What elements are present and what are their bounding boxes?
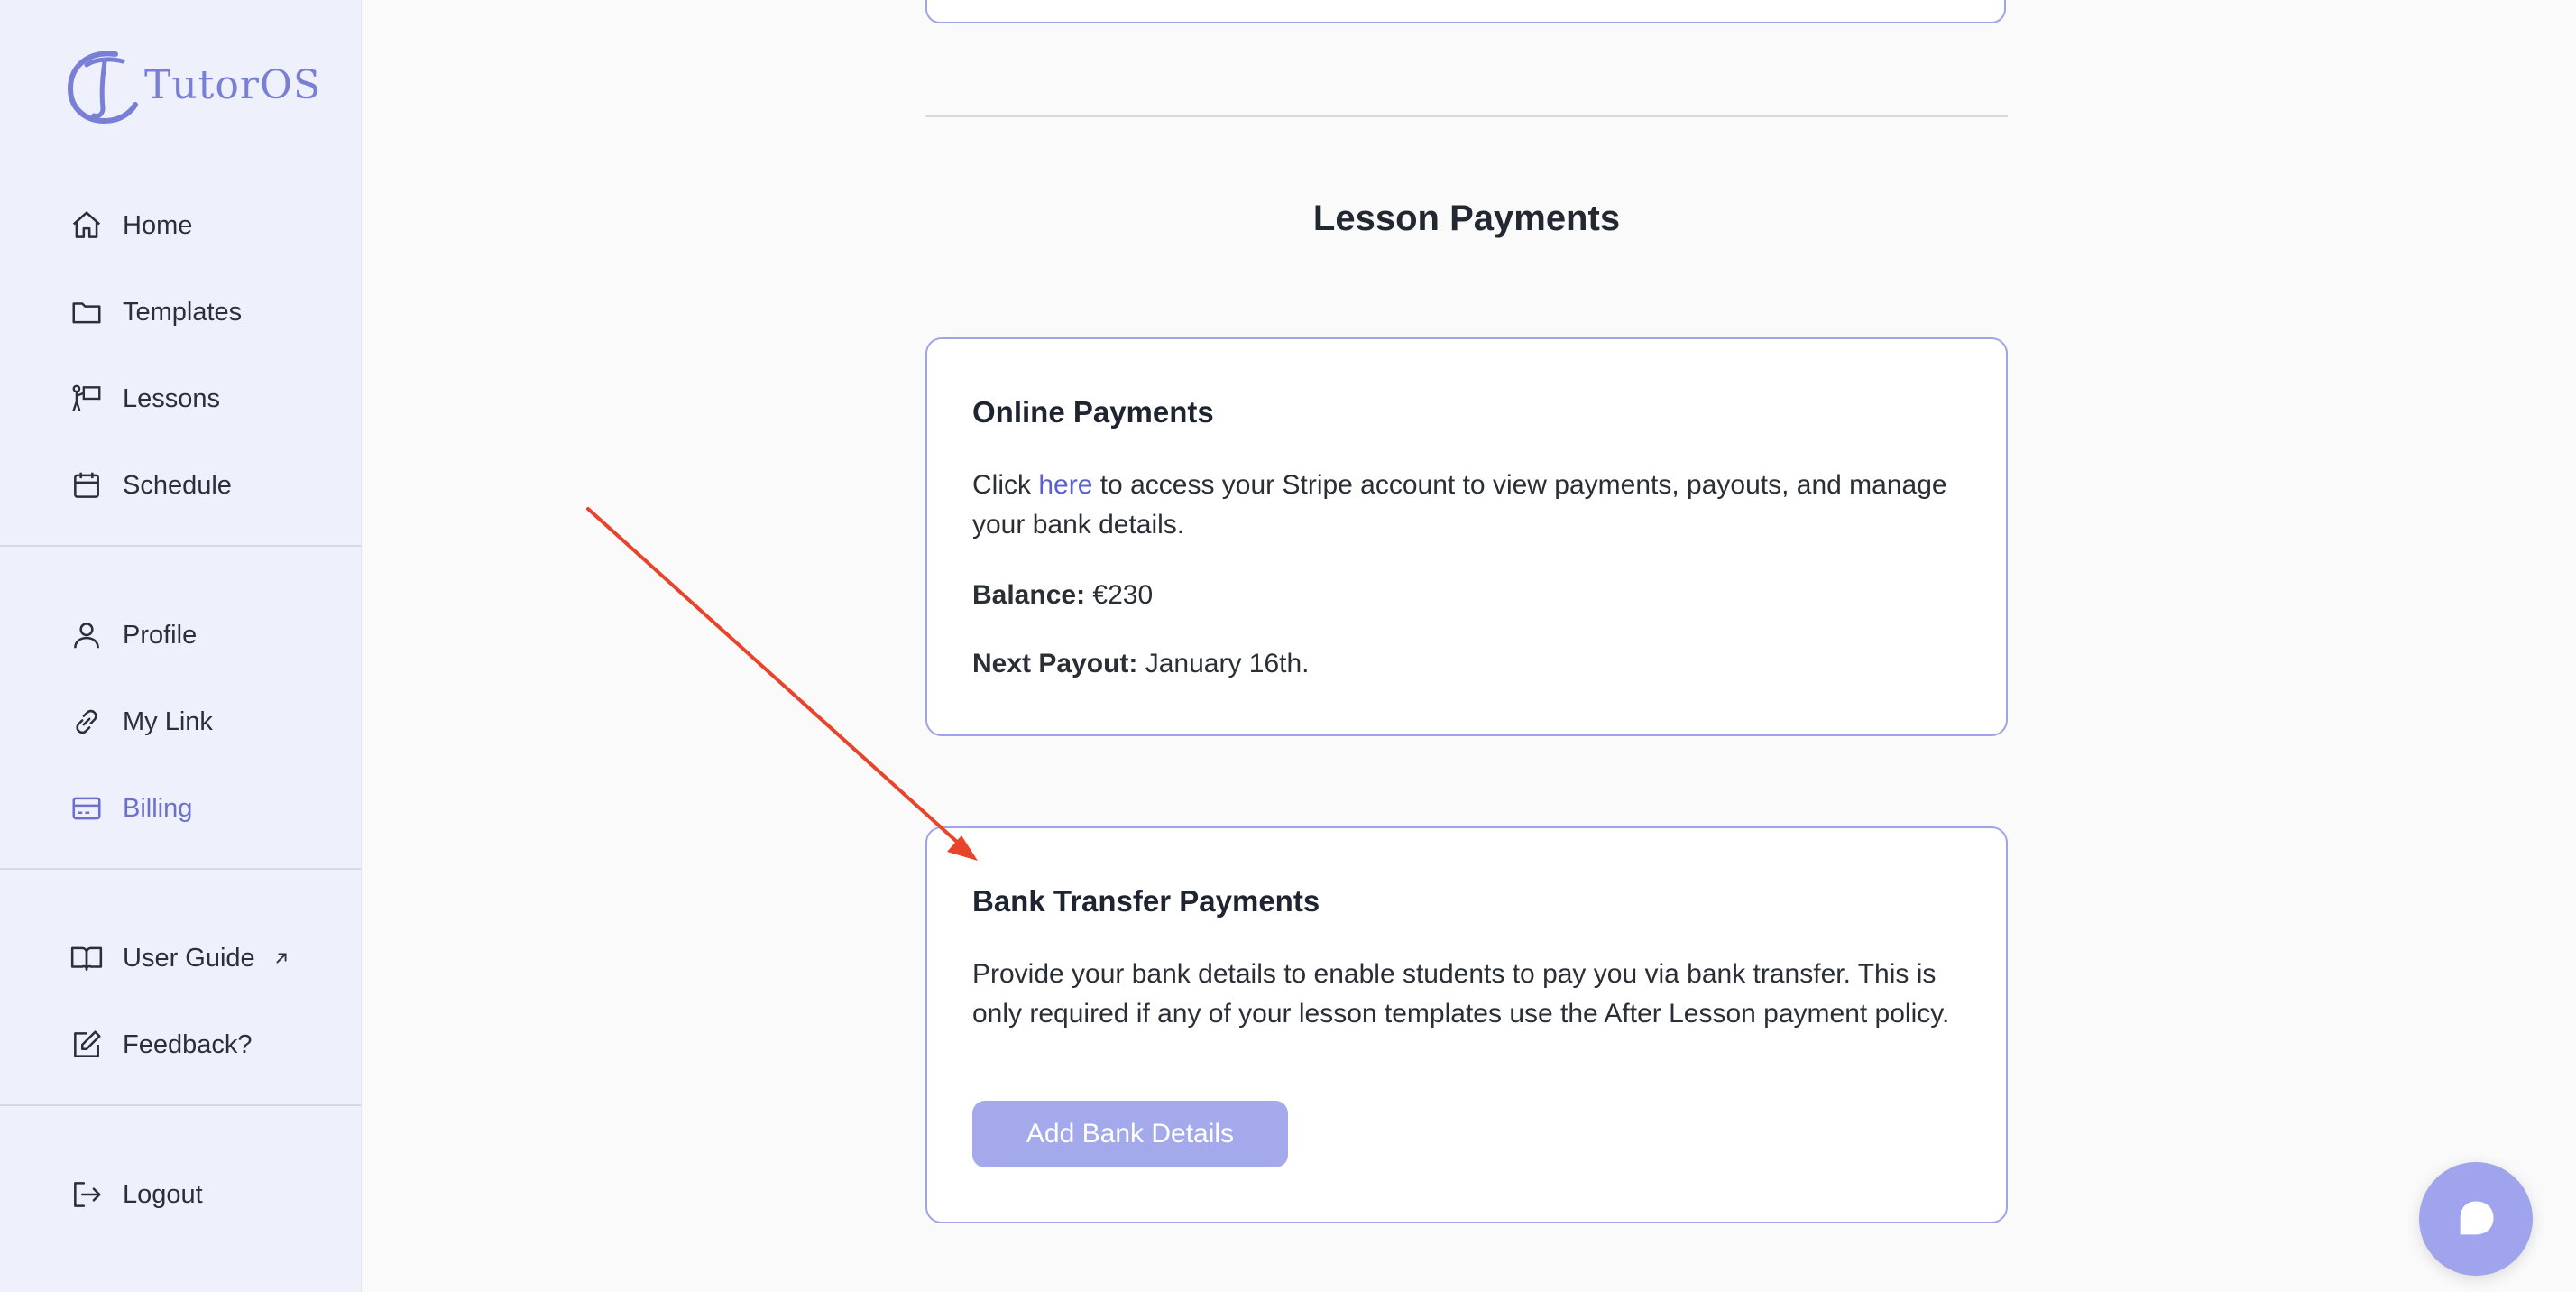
credit-card-icon	[69, 790, 105, 826]
sidebar-item-home[interactable]: Home	[69, 200, 192, 251]
balance-row: Balance: €230	[972, 576, 1961, 615]
description-text: to access your Stripe account to view pa…	[972, 470, 1947, 540]
book-icon	[69, 940, 105, 976]
bank-transfer-title: Bank Transfer Payments	[972, 884, 1320, 918]
sidebar-item-label: User Guide	[123, 943, 255, 973]
sidebar-divider	[0, 1104, 361, 1106]
balance-value: €230	[1092, 580, 1154, 610]
calendar-icon	[69, 467, 105, 503]
app-logo[interactable]: TutorOS	[63, 45, 321, 125]
sidebar-item-label: Home	[123, 210, 193, 240]
add-bank-details-button[interactable]: Add Bank Details	[972, 1101, 1288, 1167]
chat-launcher-button[interactable]	[2419, 1162, 2533, 1276]
page-section-title: Lesson Payments	[1312, 198, 1621, 238]
sidebar-item-label: Lessons	[123, 383, 221, 413]
bank-transfer-description: Provide your bank details to enable stud…	[972, 959, 1950, 1029]
edit-icon	[69, 1027, 105, 1063]
previous-card-bottom	[925, 0, 2006, 23]
sidebar-item-label: Logout	[123, 1179, 203, 1209]
sidebar-item-logout[interactable]: Logout	[69, 1169, 203, 1220]
stripe-link[interactable]: here	[1038, 470, 1092, 500]
sidebar-item-user-guide[interactable]: User Guide	[69, 933, 291, 983]
sidebar-item-profile[interactable]: Profile	[69, 610, 197, 660]
sidebar-item-schedule[interactable]: Schedule	[69, 460, 232, 511]
sidebar-item-label: Schedule	[123, 470, 232, 500]
section-divider	[925, 115, 2008, 117]
sidebar-item-label: Profile	[123, 620, 198, 650]
sidebar-item-templates[interactable]: Templates	[69, 287, 242, 337]
sidebar-item-feedback[interactable]: Feedback?	[69, 1020, 253, 1070]
next-payout-row: Next Payout: January 16th.	[972, 644, 1961, 684]
balance-label: Balance:	[972, 580, 1086, 610]
sidebar-item-billing[interactable]: Billing	[69, 783, 192, 834]
sidebar-item-my-link[interactable]: My Link	[69, 697, 213, 747]
app-name: TutorOS	[144, 61, 322, 108]
online-payments-card: Online Payments Click here to access you…	[925, 337, 2008, 736]
sidebar-item-lessons[interactable]: Lessons	[69, 374, 220, 424]
sidebar-divider	[0, 868, 361, 870]
next-payout-label: Next Payout:	[972, 649, 1138, 678]
online-payments-description: Click here to access your Stripe account…	[972, 466, 1961, 545]
tutoros-logo-icon	[67, 51, 138, 125]
external-link-icon	[276, 953, 287, 964]
link-icon	[69, 704, 105, 740]
teacher-board-icon	[69, 381, 105, 417]
sidebar-item-label: Billing	[123, 793, 193, 823]
sidebar: TutorOS Home Templates Lessons Schedule …	[0, 0, 362, 1292]
sidebar-item-label: Templates	[123, 297, 243, 327]
folder-icon	[69, 294, 105, 330]
chat-bubble-icon	[2460, 1201, 2494, 1235]
bank-transfer-card: Bank Transfer Payments Provide your bank…	[925, 826, 2008, 1223]
online-payments-title: Online Payments	[972, 395, 1214, 429]
sidebar-divider	[0, 545, 361, 547]
sidebar-item-label: My Link	[123, 706, 213, 736]
home-icon	[69, 208, 105, 244]
logout-icon	[69, 1177, 105, 1213]
description-text: Click	[972, 470, 1039, 500]
user-icon	[69, 617, 105, 653]
sidebar-item-label: Feedback?	[123, 1029, 253, 1059]
next-payout-value: January 16th.	[1145, 649, 1310, 678]
